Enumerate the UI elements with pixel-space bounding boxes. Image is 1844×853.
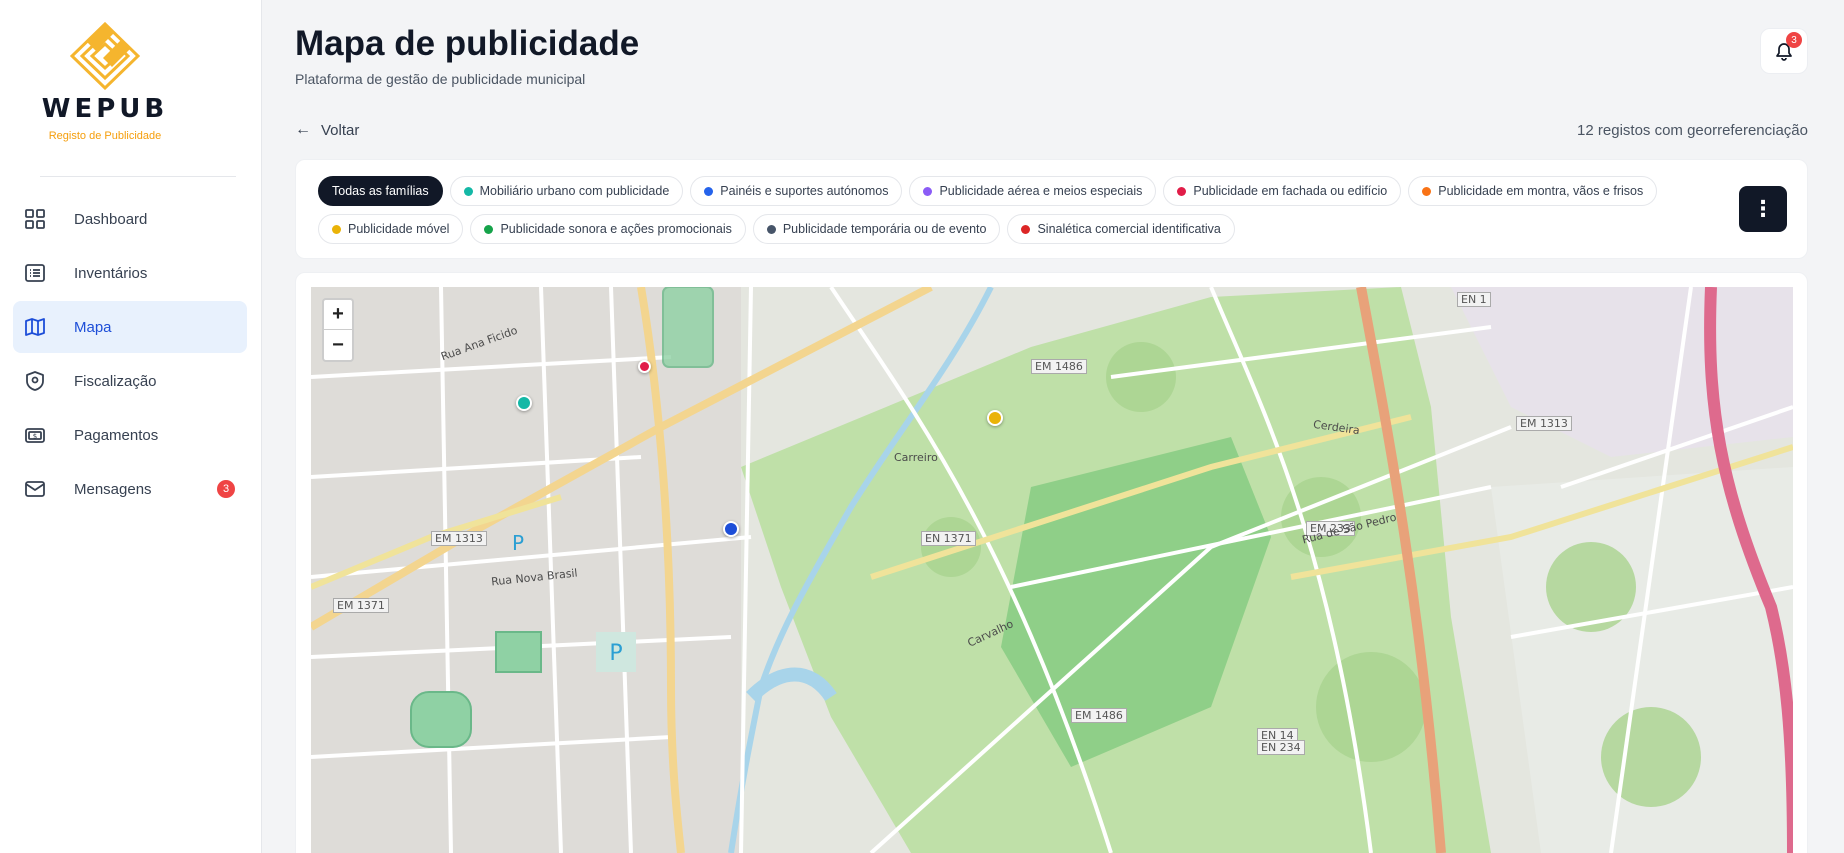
page-title: Mapa de publicidade xyxy=(295,24,640,63)
messages-count-badge: 3 xyxy=(217,480,235,498)
zoom-controls: + − xyxy=(322,298,354,362)
sidebar: WEPUB Registo de Publicidade Dashboard I… xyxy=(0,0,262,853)
svg-text:P: P xyxy=(512,531,524,555)
zoom-in-button[interactable]: + xyxy=(324,300,352,330)
map-marker-paineis[interactable] xyxy=(723,521,739,537)
notifications-count-badge: 3 xyxy=(1786,32,1802,48)
chip-mobiliario-urbano[interactable]: Mobiliário urbano com publicidade xyxy=(449,176,684,206)
sidebar-item-label: Mensagens xyxy=(74,480,152,498)
chip-temporaria-evento[interactable]: Publicidade temporária ou de evento xyxy=(752,214,1001,244)
map-marker-mobiliario[interactable] xyxy=(516,395,532,411)
orange-dot-icon xyxy=(1422,186,1432,196)
chip-label: Publicidade aérea e meios especiais xyxy=(939,184,1143,198)
family-filter-card: Todas as famílias Mobiliário urbano com … xyxy=(295,159,1808,259)
red-dot-icon xyxy=(1021,224,1031,234)
back-label: Voltar xyxy=(321,121,360,139)
kebab-menu-icon: ⋮ xyxy=(1752,196,1774,221)
slate-dot-icon xyxy=(766,224,776,234)
sidebar-item-mapa[interactable]: Mapa xyxy=(13,301,247,353)
road-label: EM 1313 xyxy=(431,531,487,546)
chip-label: Sinalética comercial identificativa xyxy=(1037,222,1221,236)
sidebar-divider xyxy=(40,176,236,177)
road-label: EM 1486 xyxy=(1031,359,1087,374)
sidebar-item-inventarios[interactable]: Inventários xyxy=(13,247,247,299)
map-marker-fachada[interactable] xyxy=(638,360,651,373)
brand-name: WEPUB xyxy=(41,94,169,124)
chip-label: Mobiliário urbano com publicidade xyxy=(479,184,670,198)
sidebar-item-label: Pagamentos xyxy=(74,426,159,444)
more-options-button[interactable]: ⋮ xyxy=(1739,186,1787,232)
back-link[interactable]: ← Voltar xyxy=(295,121,359,139)
pink-dot-icon xyxy=(1177,186,1187,196)
road-label: EM 1486 xyxy=(1071,708,1127,723)
blue-dot-icon xyxy=(704,186,714,196)
chip-label: Publicidade temporária ou de evento xyxy=(782,222,987,236)
svg-text:P: P xyxy=(609,641,622,666)
sidebar-item-label: Fiscalização xyxy=(74,372,157,390)
arrow-left-icon: ← xyxy=(295,121,311,138)
chip-sonora-promocionais[interactable]: Publicidade sonora e ações promocionais xyxy=(470,214,746,244)
teal-dot-icon xyxy=(463,186,473,196)
street-label: Carreiro xyxy=(894,451,938,464)
sidebar-item-dashboard[interactable]: Dashboard xyxy=(13,193,247,245)
chip-label: Publicidade em fachada ou edifício xyxy=(1193,184,1388,198)
notifications-button[interactable]: 3 xyxy=(1760,28,1808,74)
zoom-out-button[interactable]: − xyxy=(324,330,352,360)
chip-label: Painéis e suportes autónomos xyxy=(720,184,889,198)
chip-publicidade-aerea[interactable]: Publicidade aérea e meios especiais xyxy=(909,176,1157,206)
chip-label: Publicidade sonora e ações promocionais xyxy=(500,222,732,236)
banknote-icon: $ xyxy=(23,423,47,447)
grid-icon xyxy=(23,207,47,231)
chip-montra-vaos[interactable]: Publicidade em montra, vãos e frisos xyxy=(1408,176,1658,206)
sidebar-item-mensagens[interactable]: Mensagens 3 xyxy=(13,463,247,515)
sidebar-item-fiscalizacao[interactable]: Fiscalização xyxy=(13,355,247,407)
sidebar-item-pagamentos[interactable]: $ Pagamentos xyxy=(13,409,247,461)
green-dot-icon xyxy=(484,224,494,234)
sidebar-item-label: Mapa xyxy=(74,318,112,336)
chip-label: Todas as famílias xyxy=(332,184,429,198)
sidebar-item-label: Dashboard xyxy=(74,210,148,228)
family-filter-chips: Todas as famílias Mobiliário urbano com … xyxy=(318,176,1708,252)
shield-icon xyxy=(23,369,47,393)
road-label: EN 1 xyxy=(1457,292,1491,307)
brand-subtitle: Registo de Publicidade xyxy=(48,130,162,142)
logo-diamond-icon xyxy=(70,22,140,90)
chip-label: Publicidade em montra, vãos e frisos xyxy=(1438,184,1644,198)
page-subtitle: Plataforma de gestão de publicidade muni… xyxy=(295,71,586,87)
records-count: 12 registos com georreferenciação xyxy=(1577,122,1808,139)
chip-sinaletica-comercial[interactable]: Sinalética comercial identificativa xyxy=(1007,214,1235,244)
brand-logo[interactable]: WEPUB Registo de Publicidade xyxy=(0,22,210,142)
road-label: EN 234 xyxy=(1257,740,1305,755)
chip-fachada-edificio[interactable]: Publicidade em fachada ou edifício xyxy=(1163,176,1402,206)
road-label: EM 1313 xyxy=(1516,416,1572,431)
map-marker-movel[interactable] xyxy=(987,410,1003,426)
road-label: EN 1371 xyxy=(921,531,976,546)
sidebar-nav: Dashboard Inventários Mapa Fiscalização … xyxy=(13,193,247,517)
chip-todas-familias[interactable]: Todas as famílias xyxy=(318,176,443,206)
svg-text:$: $ xyxy=(33,433,37,441)
yellow-dot-icon xyxy=(332,224,341,234)
map-icon xyxy=(23,315,47,339)
map-canvas[interactable]: P P + − EM 1486 EM 1313 EN 1371 EM 1371 … xyxy=(311,287,1793,853)
chip-publicidade-movel[interactable]: Publicidade móvel xyxy=(318,214,464,244)
sidebar-item-label: Inventários xyxy=(74,264,148,282)
chip-paineis-suportes[interactable]: Painéis e suportes autónomos xyxy=(690,176,903,206)
chip-label: Publicidade móvel xyxy=(348,222,450,236)
purple-dot-icon xyxy=(923,186,933,196)
mail-icon xyxy=(23,477,47,501)
list-icon xyxy=(23,261,47,285)
road-label: EM 1371 xyxy=(333,598,389,613)
